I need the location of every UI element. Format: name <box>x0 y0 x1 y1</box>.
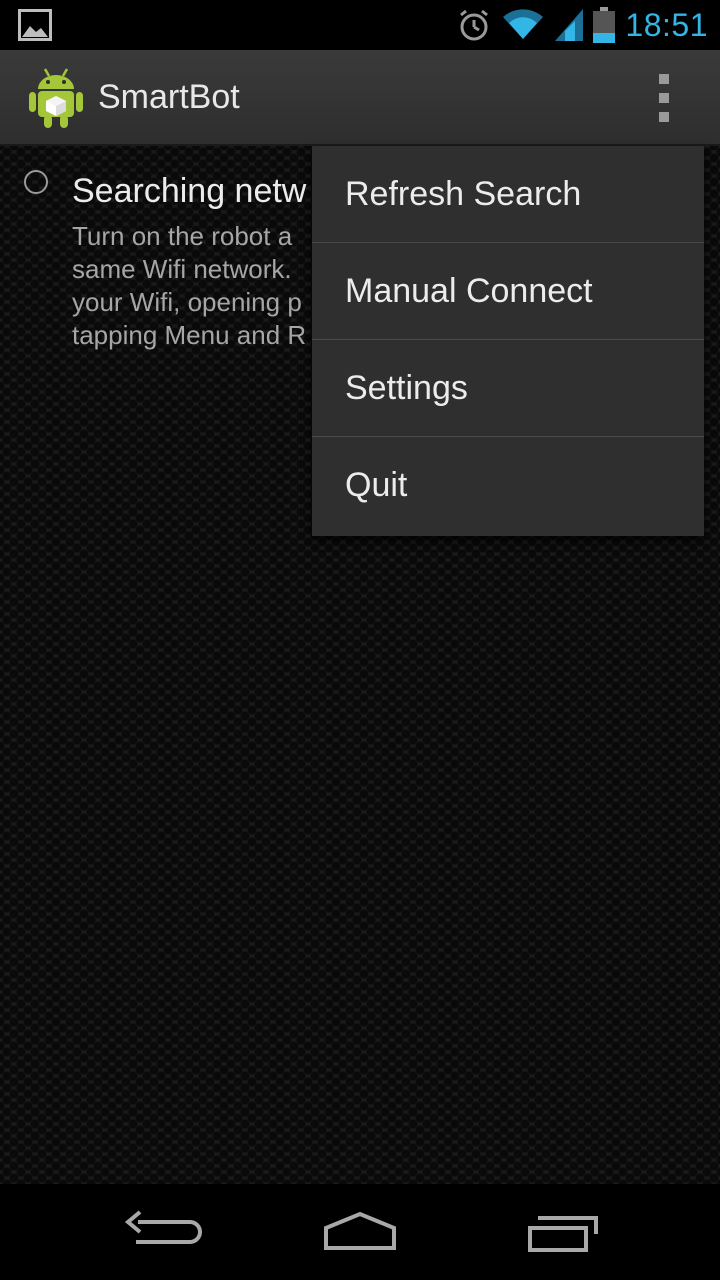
battery-icon <box>593 7 616 43</box>
menu-item-quit[interactable]: Quit <box>312 437 704 534</box>
recent-apps-icon[interactable] <box>512 1204 612 1260</box>
app-title: SmartBot <box>98 78 240 116</box>
overflow-dot <box>659 111 669 122</box>
action-bar: SmartBot <box>0 50 720 146</box>
home-icon[interactable] <box>310 1204 410 1260</box>
alarm-icon <box>460 9 489 41</box>
menu-item-manual-connect[interactable]: Manual Connect <box>312 243 704 340</box>
menu-item-refresh-search[interactable]: Refresh Search <box>312 146 704 243</box>
gallery-icon <box>18 9 52 41</box>
status-icons: 18:51 <box>457 0 708 50</box>
status-time: 18:51 <box>625 6 708 43</box>
search-item-title: Searching netw <box>72 172 307 210</box>
menu-item-settings[interactable]: Settings <box>312 340 704 437</box>
overflow-menu-icon[interactable] <box>644 70 684 126</box>
overflow-dot <box>659 74 669 85</box>
back-icon[interactable] <box>110 1204 210 1260</box>
status-bar: 18:51 <box>0 0 720 50</box>
navigation-bar <box>0 1184 720 1280</box>
wifi-icon <box>503 9 544 39</box>
signal-icon <box>555 9 584 41</box>
android-robot-icon[interactable] <box>28 67 84 129</box>
overflow-dot <box>659 92 669 103</box>
overflow-menu: Refresh Search Manual Connect Settings Q… <box>312 146 704 536</box>
radio-button[interactable] <box>24 170 48 194</box>
